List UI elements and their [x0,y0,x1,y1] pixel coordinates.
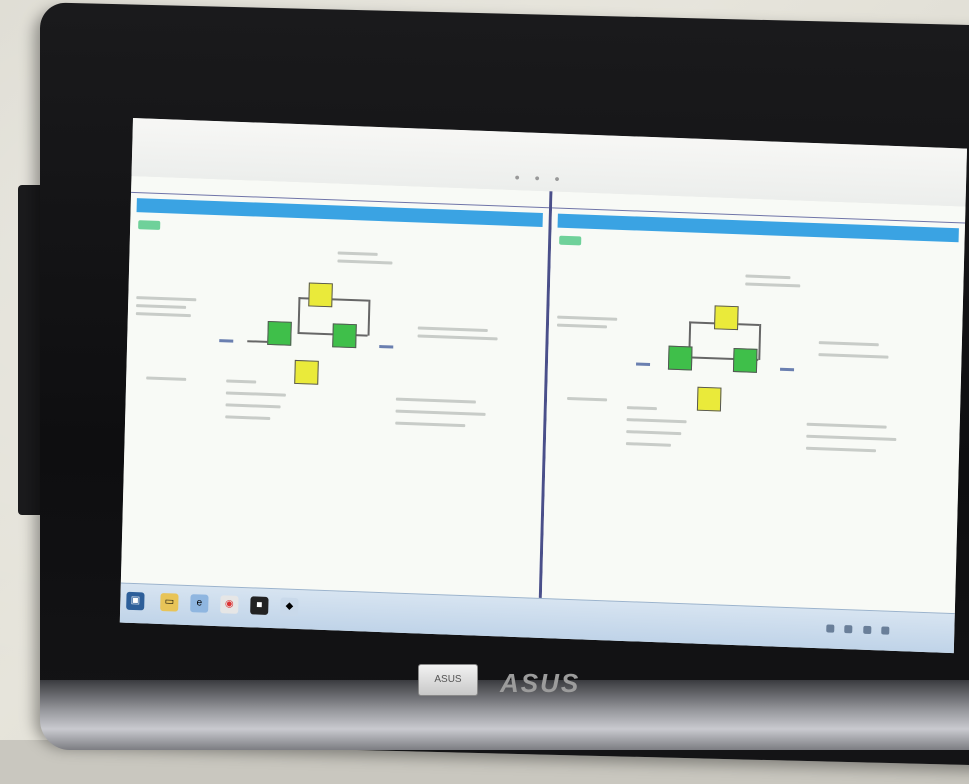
left-text-line [136,304,187,309]
right-text-line [806,422,887,429]
left-text-line [225,403,281,409]
right-text-line [806,434,897,441]
left-text-line [417,326,488,333]
tray-icon[interactable] [881,626,890,635]
right-status-badge[interactable] [559,235,582,246]
right-text-line [818,353,889,359]
system-tray [826,619,946,637]
start-icon[interactable]: ▣ [126,591,145,611]
right-text-line [556,323,608,329]
right-yellow-block-top[interactable] [714,305,739,331]
terminal-icon[interactable]: ■ [250,596,269,615]
brand-logo: ASUS [500,668,581,698]
folder-icon[interactable]: ▭ [160,593,179,612]
left-text-line [146,376,187,381]
monitor-badge: ASUS [418,664,478,696]
tray-icon[interactable] [844,625,853,634]
left-text-line [225,415,271,421]
left-arrow-out [379,345,394,349]
left-text-line [395,409,486,416]
right-text-line [625,442,671,447]
left-wire-up [297,297,301,334]
right-text-line [818,341,879,347]
right-yellow-block-bottom[interactable] [696,386,722,412]
right-text-line [805,446,877,453]
left-text-line [136,296,197,302]
app-icon[interactable]: ◆ [280,597,299,617]
right-green-block-2[interactable] [732,348,758,373]
left-status-badge[interactable] [138,220,161,230]
monitor-screen: ● ● ● ▣ ▭ e ◉ ■ ◆ [119,118,967,654]
left-wire-in [247,340,268,343]
left-text-line [337,251,378,256]
left-pane [120,175,553,598]
right-text-line [745,274,791,280]
right-text-line [557,315,618,321]
right-text-line [626,406,657,411]
explorer-icon[interactable]: e [190,594,209,613]
chrome-icon[interactable]: ◉ [220,595,239,614]
tray-icon[interactable] [826,624,835,633]
left-arrow-in [219,339,234,343]
right-wire-up-2 [758,323,762,361]
left-green-block-1[interactable] [267,320,292,346]
left-text-line [135,312,191,318]
right-text-line [626,430,682,436]
right-green-block-1[interactable] [667,345,693,371]
left-yellow-block-top[interactable] [308,282,333,308]
left-yellow-block-bottom[interactable] [294,359,319,385]
right-pane [541,191,966,614]
toolbar-icons: ● ● ● [514,171,566,184]
left-green-block-2[interactable] [332,323,357,349]
left-text-line [395,421,466,428]
right-arrow-in [636,362,651,366]
tray-icon[interactable] [863,625,872,635]
left-text-line [226,379,257,384]
left-text-line [395,397,476,404]
right-text-line [626,418,687,424]
right-text-line [567,396,608,402]
left-text-line [225,391,286,397]
left-text-line [337,259,393,265]
left-text-line [417,334,498,341]
right-arrow-out [780,367,795,372]
left-wire-up-2 [367,299,371,336]
right-text-line [745,282,801,288]
